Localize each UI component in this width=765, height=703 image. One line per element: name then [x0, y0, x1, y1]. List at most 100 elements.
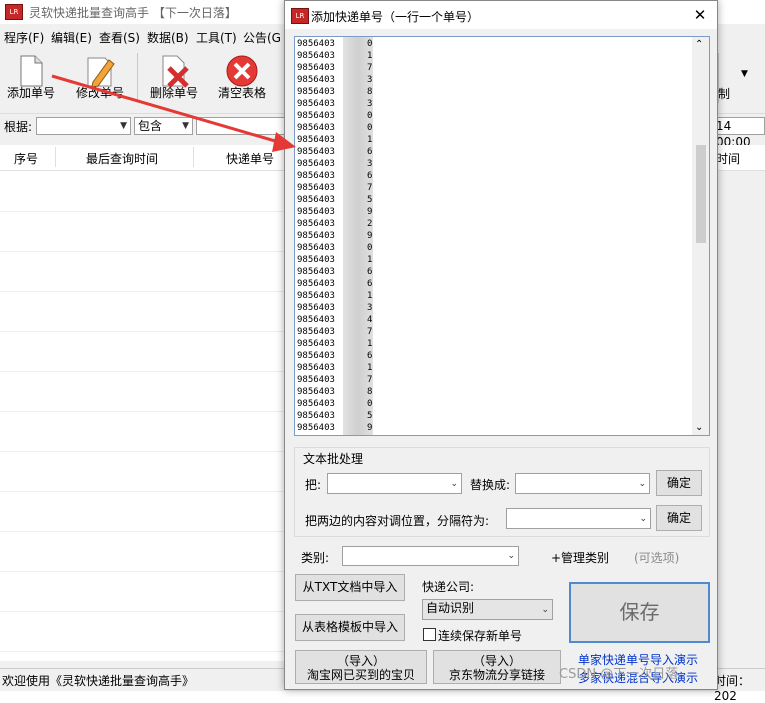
tracking-number-prefix: 9856403: [297, 99, 335, 109]
tracking-number-suffix: 3: [367, 75, 373, 85]
tracking-number-prefix: 9856403: [297, 399, 335, 409]
tracking-number-prefix: 9856403: [297, 243, 335, 253]
tracking-number-suffix: 1: [367, 135, 373, 145]
watermark: CSDN @下一次日落: [559, 667, 679, 682]
scroll-down-icon[interactable]: ⌄: [695, 422, 703, 433]
optional-hint: (可选项): [634, 551, 680, 565]
replace-confirm-button[interactable]: 确定: [656, 470, 702, 496]
tracking-number-suffix: 7: [367, 183, 373, 193]
add-number-label: 添加单号: [6, 86, 55, 100]
tracking-number-suffix: 8: [367, 387, 373, 397]
menu-tools[interactable]: 工具(T): [196, 29, 237, 46]
edit-number-button[interactable]: 修改单号: [70, 51, 130, 107]
tracking-number-prefix: 9856403: [297, 351, 335, 361]
date-field[interactable]: 14 00:00: [712, 117, 765, 149]
tracking-number-suffix: 6: [367, 279, 373, 289]
grid-line: [0, 491, 290, 492]
tracking-number-suffix: 0: [367, 123, 373, 133]
grid-line: [0, 251, 290, 252]
continuous-save-checkbox[interactable]: [423, 628, 436, 641]
tracking-number-prefix: 9856403: [297, 171, 335, 181]
textarea-vertical-scrollbar[interactable]: ⌃ ⌄: [692, 37, 709, 435]
category-select[interactable]: ⌄: [342, 546, 519, 566]
tracking-number-suffix: 9: [367, 423, 373, 433]
clear-table-button[interactable]: 清空表格: [212, 51, 272, 107]
tracking-number-prefix: 9856403: [297, 195, 335, 205]
tracking-number-suffix: 1: [367, 339, 373, 349]
tracking-number-prefix: 9856403: [297, 63, 335, 73]
separator-select[interactable]: ⌄: [506, 508, 651, 529]
tracking-number-textarea[interactable]: 9856403 9856403 9856403 9856403 9856403 98564…: [294, 36, 710, 436]
tracking-number-suffix: 0: [367, 39, 373, 49]
tracking-number-prefix: 9856403: [297, 183, 335, 193]
tracking-number-suffix: 7: [367, 375, 373, 385]
tracking-number-suffix: 2: [367, 219, 373, 229]
save-button[interactable]: 保存: [569, 582, 710, 643]
replace-from-select[interactable]: ⌄: [327, 473, 462, 494]
swap-confirm-button[interactable]: 确定: [656, 505, 702, 531]
close-button[interactable]: ✕: [689, 5, 711, 25]
menu-program[interactable]: 程序(F): [4, 29, 44, 46]
replace-to-select[interactable]: ⌄: [515, 473, 650, 494]
chevron-down-icon: ▼: [120, 121, 127, 131]
tracking-number-suffix: 1: [367, 51, 373, 61]
tracking-number-prefix: 9856403: [297, 231, 335, 241]
continuous-save-label: 连续保存新单号: [438, 629, 523, 643]
courier-select[interactable]: 自动识别 ⌄: [422, 599, 553, 620]
chevron-down-icon: ▼: [182, 121, 189, 131]
add-number-button[interactable]: 添加单号: [1, 51, 61, 107]
category-label: 类别:: [301, 551, 330, 565]
column-header-tracking-number[interactable]: 快递单号: [226, 150, 274, 167]
import-taobao-button[interactable]: （导入） 淘宝网已买到的宝贝: [295, 650, 427, 684]
column-header-time-partial[interactable]: 时间: [716, 150, 740, 167]
toolbar-separator: [137, 53, 138, 103]
menu-view[interactable]: 查看(S): [99, 29, 140, 46]
tracking-number-prefix: 9856403: [297, 291, 335, 301]
tracking-number-suffix: 3: [367, 303, 373, 313]
column-divider: [55, 147, 56, 167]
tracking-number-suffix: 4: [367, 315, 373, 325]
filter-mode-select[interactable]: 包含 ▼: [134, 117, 193, 135]
chevron-down-icon: ⌄: [639, 514, 647, 524]
delete-number-button[interactable]: 删除单号: [144, 51, 204, 107]
menu-notice[interactable]: 公告(G: [243, 29, 281, 46]
status-time-partial: 时间：202: [714, 674, 751, 703]
tracking-number-prefix: 9856403: [297, 303, 335, 313]
tracking-number-suffix: 8: [367, 87, 373, 97]
tracking-number-prefix: 9856403: [297, 411, 335, 421]
text-batch-group-title: 文本批处理: [301, 450, 366, 467]
tracking-number-suffix: 5: [367, 411, 373, 421]
import-jd-button[interactable]: （导入） 京东物流分享链接: [433, 650, 561, 684]
filter-label: 根据:: [4, 120, 33, 134]
tracking-number-prefix: 9856403: [297, 279, 335, 289]
menu-edit[interactable]: 编辑(E): [51, 29, 92, 46]
tracking-number-prefix: 9856403: [297, 39, 335, 49]
tracking-number-prefix: 9856403: [297, 87, 335, 97]
edit-pencil-icon: [87, 57, 115, 88]
filter-keyword-input[interactable]: [196, 117, 286, 135]
import-txt-button[interactable]: 从TXT文档中导入: [295, 574, 405, 601]
dropdown-arrow-icon[interactable]: ▼: [741, 69, 748, 79]
column-header-index[interactable]: 序号: [14, 150, 38, 167]
scrollbar-thumb[interactable]: [696, 145, 706, 243]
chevron-down-icon: ⌄: [507, 551, 515, 561]
scroll-up-icon[interactable]: ⌃: [695, 39, 703, 50]
app-logo-icon: LR: [291, 8, 309, 24]
dialog-titlebar: LR 添加快递单号（一行一个单号） ✕: [285, 1, 717, 29]
menu-data[interactable]: 数据(B): [147, 29, 189, 46]
import-template-button[interactable]: 从表格模板中导入: [295, 614, 405, 641]
tracking-number-prefix: 9856403: [297, 207, 335, 217]
grid-line: [0, 331, 290, 332]
tracking-number-prefix: 9856403: [297, 423, 335, 433]
import-taobao-label: 淘宝网已买到的宝贝: [306, 668, 415, 682]
tracking-number-prefix: 9856403: [297, 123, 335, 133]
tracking-number-lines: 9856403 9856403 9856403 9856403 9856403 98564…: [297, 38, 335, 434]
status-welcome-text: 欢迎使用《灵软快递批量查询高手》: [2, 674, 195, 688]
manage-category-link[interactable]: +管理类别: [551, 549, 609, 566]
tracking-number-suffix: 0: [367, 243, 373, 253]
data-grid[interactable]: [0, 171, 290, 661]
filter-field-select[interactable]: ▼: [36, 117, 131, 135]
grid-line: [0, 611, 290, 612]
new-document-icon: [20, 55, 43, 87]
column-header-last-query-time[interactable]: 最后查询时间: [86, 150, 158, 167]
